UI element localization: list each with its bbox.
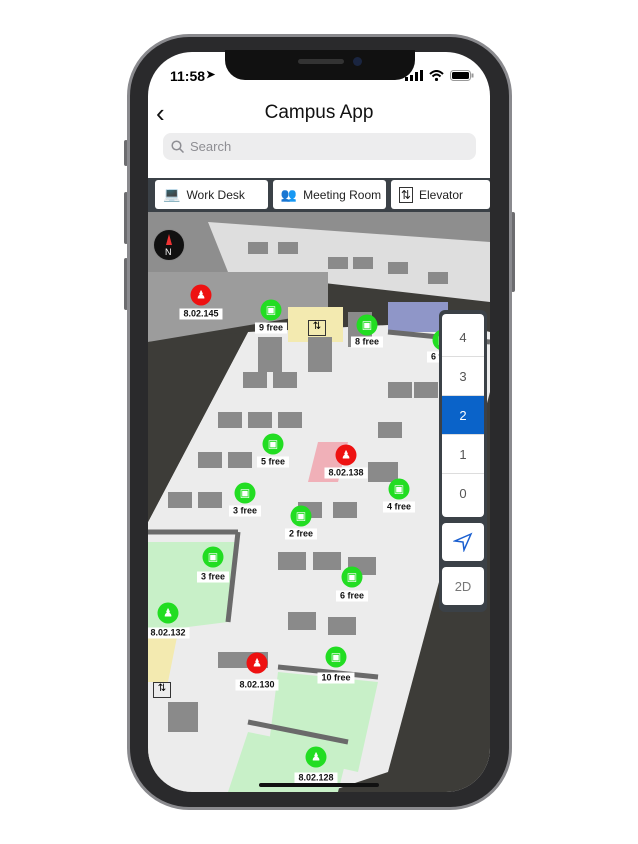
floor-3[interactable]: 3 bbox=[442, 357, 484, 396]
floor-1[interactable]: 1 bbox=[442, 435, 484, 474]
meeting-room-icon: 👥 bbox=[280, 186, 298, 202]
marker-label: 8 free bbox=[350, 336, 384, 348]
floor-map[interactable]: N ⇅ ⇅ ♟ 8.02.145 ▣ 9 free ▣ 8 free ▣ 6 free ▣ 5 f… bbox=[148, 212, 490, 792]
meeting-room-icon: ♟ bbox=[252, 657, 262, 670]
work-desk-marker[interactable]: ▣ bbox=[262, 433, 284, 455]
filter-label: Work Desk bbox=[186, 187, 245, 202]
marker-label: 9 free bbox=[254, 322, 288, 334]
work-desk-icon: ▣ bbox=[267, 438, 279, 451]
work-desk-icon: ▣ bbox=[207, 551, 219, 564]
elevator-icon: ⇅ bbox=[398, 186, 413, 203]
marker-label: 3 free bbox=[228, 505, 262, 517]
filter-work-desk[interactable]: 💻 Work Desk bbox=[155, 180, 268, 209]
work-desk-marker[interactable]: ▣ bbox=[325, 646, 347, 668]
floor-4[interactable]: 4 bbox=[442, 318, 484, 357]
work-desk-marker[interactable]: ▣ bbox=[341, 566, 363, 588]
status-time: 11:58 bbox=[170, 68, 206, 84]
meeting-room-icon: ♟ bbox=[341, 449, 351, 462]
marker-label: 8.02.130 bbox=[235, 679, 279, 691]
work-desk-icon: ▣ bbox=[330, 651, 342, 664]
work-desk-marker[interactable]: ▣ bbox=[260, 299, 282, 321]
header: ‹ Campus App bbox=[148, 100, 490, 130]
meeting-room-marker[interactable]: ♟ bbox=[246, 652, 268, 674]
page-title: Campus App bbox=[264, 102, 374, 123]
notch bbox=[225, 50, 415, 80]
marker-label: 8.02.145 bbox=[179, 308, 223, 320]
filter-meeting-room[interactable]: 👥 Meeting Room bbox=[272, 180, 386, 209]
filter-elevator[interactable]: ⇅ Elevator bbox=[390, 180, 490, 209]
meeting-room-icon: ♟ bbox=[163, 607, 173, 620]
floor-2[interactable]: 2 bbox=[442, 396, 484, 435]
work-desk-icon: ▣ bbox=[239, 487, 251, 500]
floor-selector: 4 3 2 1 0 2D bbox=[439, 310, 487, 612]
screen: 11:58 ➤ ‹ Campus App Search 💻 Work Desk 👥… bbox=[148, 52, 490, 792]
marker-label: 2 free bbox=[284, 528, 318, 540]
marker-label: 10 free bbox=[317, 672, 355, 684]
meeting-room-icon: ♟ bbox=[196, 289, 206, 302]
filter-label: Meeting Room bbox=[303, 187, 382, 202]
navigation-arrow-icon bbox=[453, 532, 473, 552]
work-desk-icon: 💻 bbox=[163, 186, 181, 202]
elevator-icon: ⇅ bbox=[308, 320, 326, 336]
work-desk-icon: ▣ bbox=[393, 483, 405, 496]
meeting-room-icon: ♟ bbox=[311, 751, 321, 764]
battery-icon bbox=[450, 70, 474, 81]
location-arrow-icon: ➤ bbox=[206, 69, 216, 81]
svg-text:N: N bbox=[165, 247, 172, 257]
home-indicator bbox=[259, 783, 379, 787]
filter-bar: 💻 Work Desk 👥 Meeting Room ⇅ Elevator bbox=[148, 178, 490, 212]
marker-label: 8.02.132 bbox=[148, 627, 190, 639]
search-input[interactable]: Search bbox=[163, 133, 476, 160]
work-desk-marker[interactable]: ▣ bbox=[388, 478, 410, 500]
meeting-room-marker[interactable]: ♟ bbox=[157, 602, 179, 624]
search-icon bbox=[171, 140, 184, 153]
elevator-icon: ⇅ bbox=[153, 682, 171, 698]
work-desk-marker[interactable]: ▣ bbox=[234, 482, 256, 504]
wifi-icon bbox=[429, 70, 444, 81]
work-desk-marker[interactable]: ▣ bbox=[356, 314, 378, 336]
work-desk-marker[interactable]: ▣ bbox=[290, 505, 312, 527]
meeting-room-marker[interactable]: ♟ bbox=[190, 284, 212, 306]
marker-label: 8.02.128 bbox=[294, 772, 338, 784]
work-desk-icon: ▣ bbox=[361, 319, 373, 332]
work-desk-marker[interactable]: ▣ bbox=[202, 546, 224, 568]
work-desk-icon: ▣ bbox=[295, 510, 307, 523]
marker-label: 4 free bbox=[382, 501, 416, 513]
work-desk-icon: ▣ bbox=[265, 304, 277, 317]
compass-icon[interactable]: N bbox=[153, 229, 185, 261]
marker-label: 8.02.138 bbox=[324, 467, 368, 479]
marker-label: 3 free bbox=[196, 571, 230, 583]
work-desk-icon: ▣ bbox=[346, 571, 358, 584]
view-2d-button[interactable]: 2D bbox=[442, 567, 484, 605]
marker-label: 6 free bbox=[335, 590, 369, 602]
locate-button[interactable] bbox=[442, 523, 484, 561]
meeting-room-marker[interactable]: ♟ bbox=[335, 444, 357, 466]
search-placeholder: Search bbox=[190, 139, 232, 154]
filter-label: Elevator bbox=[418, 187, 464, 202]
meeting-room-marker[interactable]: ♟ bbox=[305, 746, 327, 768]
floor-0[interactable]: 0 bbox=[442, 474, 484, 513]
marker-label: 5 free bbox=[256, 456, 290, 468]
